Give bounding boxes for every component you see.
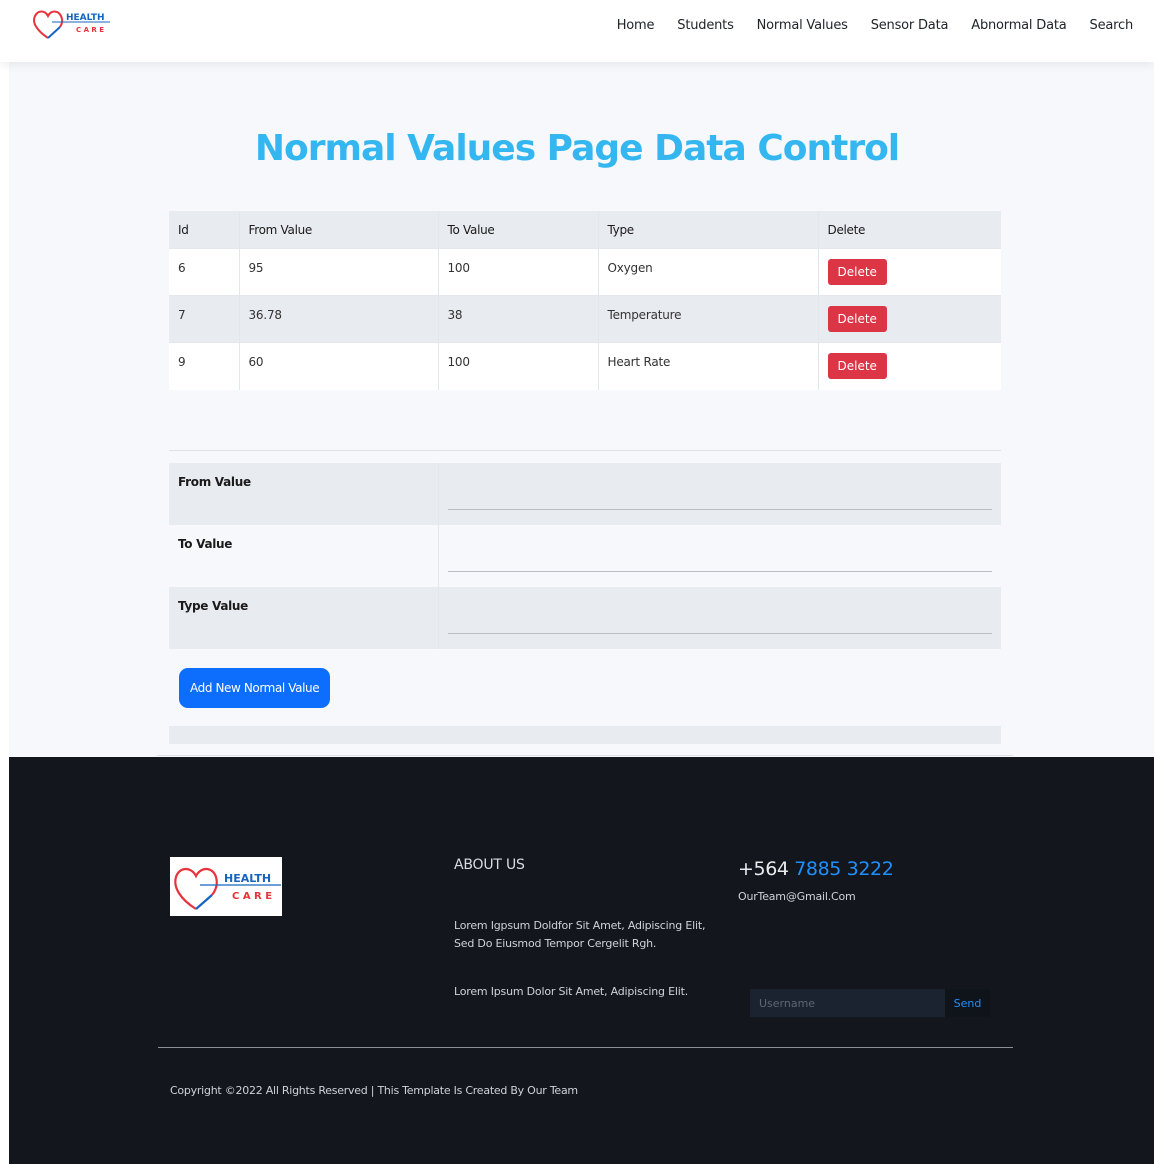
site-header: HEALTH C A R E Home Students Normal Valu… xyxy=(0,0,1154,62)
form-submit-row: Add New Normal Value xyxy=(169,651,1001,726)
section-divider xyxy=(169,450,1001,451)
cell-type: Temperature xyxy=(597,295,818,343)
delete-button[interactable]: Delete xyxy=(827,306,887,332)
nav-home[interactable]: Home xyxy=(617,18,655,33)
cell-type: Oxygen xyxy=(597,248,818,296)
delete-button[interactable]: Delete xyxy=(827,259,887,285)
form-row-to: To Value xyxy=(169,525,1001,587)
about-us-heading: ABOUT US xyxy=(454,857,525,873)
cell-to: 38 xyxy=(437,295,598,343)
table-row: 9 60 100 Heart Rate Delete xyxy=(169,342,1001,390)
site-footer xyxy=(9,757,1154,1164)
header-to-value: To Value xyxy=(437,211,598,249)
phone-prefix: +564 xyxy=(738,858,789,880)
form-row-from: From Value xyxy=(169,463,1001,525)
health-care-logo[interactable]: HEALTH C A R E xyxy=(32,8,112,42)
cell-type: Heart Rate xyxy=(597,342,818,390)
cell-action: Delete xyxy=(817,295,1001,343)
send-button[interactable]: Send xyxy=(945,989,990,1017)
form-footer-row xyxy=(169,726,1001,744)
nav-sensor-data[interactable]: Sensor Data xyxy=(871,18,949,33)
cell-to: 100 xyxy=(437,248,598,296)
table-header-row: Id From Value To Value Type Delete xyxy=(169,211,1001,249)
footer-logo: HEALTH C A R E xyxy=(170,857,282,916)
nav-students[interactable]: Students xyxy=(677,18,734,33)
header-id: Id xyxy=(169,211,239,249)
cell-from: 60 xyxy=(238,342,438,390)
about-text-1: Lorem Igpsum Doldfor Sit Amet, Adipiscin… xyxy=(454,919,706,950)
contact-email[interactable]: OurTeam@Gmail.Com xyxy=(738,890,856,903)
from-value-label: From Value xyxy=(169,463,439,525)
cell-to: 100 xyxy=(437,342,598,390)
footer-divider xyxy=(158,1047,1013,1048)
logo-word-bottom: C A R E xyxy=(76,26,104,34)
header-from-value: From Value xyxy=(238,211,438,249)
form-row-type: Type Value xyxy=(169,587,1001,649)
footer-logo-word-top: HEALTH xyxy=(224,872,271,885)
cell-action: Delete xyxy=(817,248,1001,296)
table-row: 7 36.78 38 Temperature Delete xyxy=(169,295,1001,343)
cell-action: Delete xyxy=(817,342,1001,390)
from-value-input[interactable] xyxy=(447,487,992,510)
delete-button[interactable]: Delete xyxy=(827,353,887,379)
to-value-label: To Value xyxy=(169,525,439,587)
subscribe-form: Send xyxy=(750,989,990,1017)
cell-id: 9 xyxy=(169,342,239,390)
footer-logo-word-bottom: C A R E xyxy=(232,891,272,902)
main-bottom-divider xyxy=(157,755,1013,756)
logo-word-top: HEALTH xyxy=(66,13,105,23)
cell-from: 95 xyxy=(238,248,438,296)
add-normal-value-form: From Value To Value Type Value xyxy=(169,463,1001,649)
nav-search[interactable]: Search xyxy=(1090,18,1134,33)
main-nav: Home Students Normal Values Sensor Data … xyxy=(617,0,1154,50)
type-value-label: Type Value xyxy=(169,587,439,649)
header-delete: Delete xyxy=(817,211,1001,249)
nav-abnormal-data[interactable]: Abnormal Data xyxy=(971,18,1066,33)
add-normal-value-button[interactable]: Add New Normal Value xyxy=(179,668,331,708)
copyright-text: Copyright ©2022 All Rights Reserved | Th… xyxy=(170,1084,578,1097)
cell-from: 36.78 xyxy=(238,295,438,343)
about-text-2: Lorem Ipsum Dolor Sit Amet, Adipiscing E… xyxy=(454,985,689,998)
nav-normal-values[interactable]: Normal Values xyxy=(757,18,848,33)
cell-id: 6 xyxy=(169,248,239,296)
to-value-input[interactable] xyxy=(447,549,992,572)
phone-number[interactable]: 7885 3222 xyxy=(794,858,894,880)
header-type: Type xyxy=(597,211,818,249)
normal-values-table: Id From Value To Value Type Delete 6 95 … xyxy=(169,211,1001,390)
contact-phone: +564 7885 3222 xyxy=(738,858,894,880)
page-title: Normal Values Page Data Control xyxy=(254,128,900,169)
table-row: 6 95 100 Oxygen Delete xyxy=(169,248,1001,296)
type-value-input[interactable] xyxy=(447,611,992,634)
cell-id: 7 xyxy=(169,295,239,343)
username-input[interactable] xyxy=(750,989,945,1017)
